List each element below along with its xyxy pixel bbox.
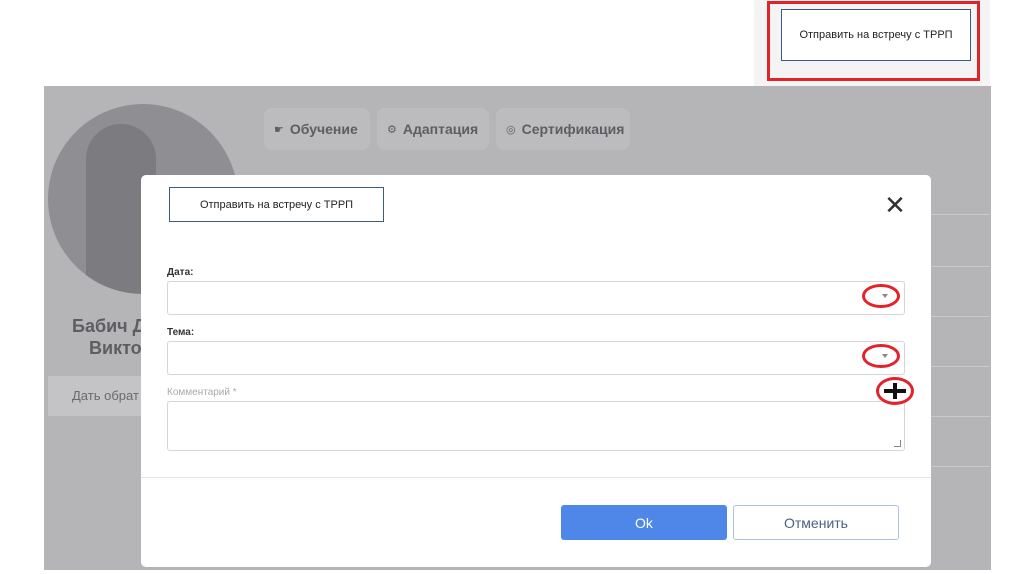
dialog-title: Отправить на встречу с ТРРП	[169, 187, 384, 222]
divider	[930, 416, 990, 417]
resize-grip-icon[interactable]	[894, 440, 901, 447]
tab-adaptation[interactable]: ⚙ Адаптация	[377, 108, 489, 150]
divider	[930, 466, 990, 467]
graduation-cap-icon: ☛	[274, 123, 284, 136]
divider	[930, 316, 990, 317]
plus-icon	[893, 383, 897, 399]
divider	[930, 214, 990, 215]
date-label: Дата:	[167, 267, 194, 278]
certificate-icon: ◎	[506, 123, 516, 136]
date-select[interactable]	[167, 281, 905, 315]
tab-label: Адаптация	[402, 121, 479, 137]
comment-label: Комментарий *	[167, 387, 237, 398]
adaptation-icon: ⚙	[387, 123, 397, 136]
page: Отправить на встречу с ТРРП Бабич Д Викт…	[0, 0, 1024, 574]
annotation-circle	[862, 344, 900, 368]
annotation-plus-circle	[876, 377, 914, 405]
topic-select[interactable]	[167, 341, 905, 375]
profile-name-line1: Бабич Д	[72, 316, 146, 336]
tab-label: Сертификация	[521, 121, 625, 137]
profile-name-line2: Викто	[89, 338, 142, 358]
divider	[930, 266, 990, 267]
comment-textarea[interactable]	[167, 401, 905, 451]
send-to-meeting-dialog: Отправить на встречу с ТРРП ✕ Дата: Тема…	[141, 175, 931, 567]
tab-education[interactable]: ☛ Обучение	[264, 108, 370, 150]
cancel-button[interactable]: Отменить	[733, 505, 899, 540]
divider	[930, 366, 990, 367]
footer-divider	[141, 477, 931, 478]
close-icon[interactable]: ✕	[881, 191, 909, 219]
ok-button[interactable]: Ok	[561, 505, 727, 540]
topic-label: Тема:	[167, 327, 195, 338]
tab-certification[interactable]: ◎ Сертификация	[496, 108, 630, 150]
send-to-meeting-button[interactable]: Отправить на встречу с ТРРП	[781, 9, 971, 61]
annotation-circle	[862, 284, 900, 308]
tab-label: Обучение	[289, 121, 358, 137]
